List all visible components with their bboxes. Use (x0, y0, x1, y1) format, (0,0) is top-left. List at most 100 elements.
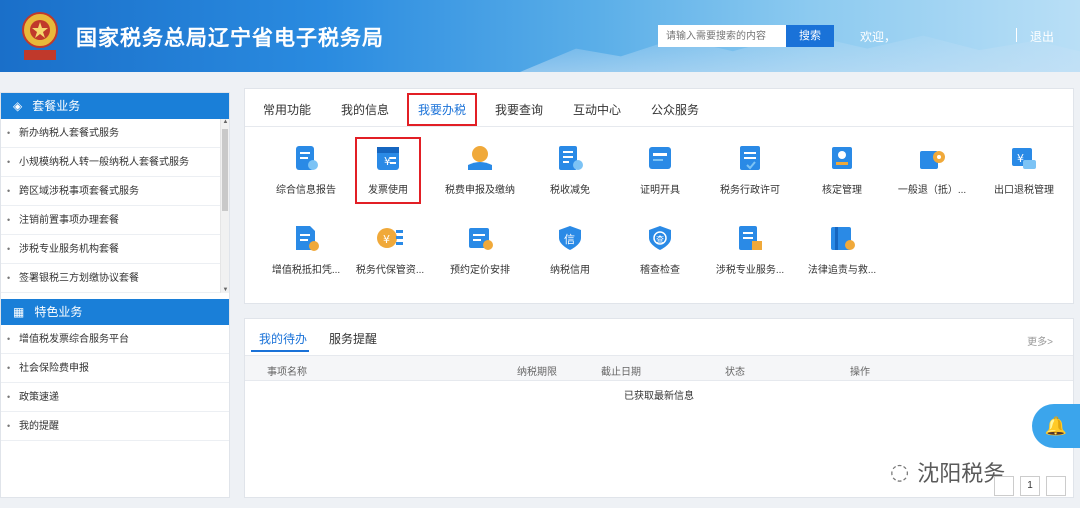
sidebar-item[interactable]: 社会保险费申报 (1, 354, 229, 383)
inspection-icon: 查 (645, 223, 675, 253)
sidebar-section-featured[interactable]: ▦ 特色业务 (1, 299, 229, 325)
tab-common[interactable]: 常用功能 (263, 101, 311, 118)
svg-text:查: 查 (656, 234, 664, 244)
service-assessment[interactable]: 核定管理 (797, 143, 887, 196)
service-label: 涉税专业服务... (715, 265, 785, 276)
tab-public-service[interactable]: 公众服务 (651, 101, 699, 118)
service-label: 纳税信用 (550, 265, 590, 276)
main-tabs: 常用功能 我的信息 我要办税 我要查询 互动中心 公众服务 (245, 89, 1073, 127)
sidebar-item[interactable]: 跨区域涉税事项套餐式服务 (1, 177, 229, 206)
service-report[interactable]: 综合信息报告 (261, 143, 351, 196)
service-certificate[interactable]: 证明开具 (615, 143, 705, 196)
service-tax-reduction[interactable]: 税收减免 (525, 143, 615, 196)
service-label: 税务代保管资... (355, 265, 425, 276)
pager-prev[interactable] (994, 476, 1014, 496)
scroll-up-icon[interactable]: ▲ (221, 119, 230, 125)
license-icon (735, 143, 765, 173)
service-inspection[interactable]: 查 稽查检查 (615, 223, 705, 276)
sidebar-item[interactable]: 涉税专业服务机构套餐 (1, 235, 229, 264)
sidebar-section-package[interactable]: ◈ 套餐业务 (1, 93, 229, 119)
service-label: 法律追责与救... (807, 265, 877, 276)
professional-service-icon (735, 223, 765, 253)
sidebar-section-title: 套餐业务 (32, 99, 81, 113)
sidebar-section-title: 特色业务 (34, 305, 83, 319)
welcome-text: 欢迎， (860, 30, 897, 44)
active-tab-underline (251, 350, 309, 352)
sidebar: ◈ 套餐业务 新办纳税人套餐式服务 小规模纳税人转一般纳税人套餐式服务 跨区域涉… (0, 92, 230, 498)
service-label: 税费申报及缴纳 (445, 185, 515, 196)
service-label: 综合信息报告 (276, 185, 336, 196)
watermark-text: 沈阳税务 (917, 462, 1006, 487)
more-link[interactable]: 更多> (1027, 333, 1053, 348)
tab-service-reminder[interactable]: 服务提醒 (329, 330, 377, 347)
layers-icon: ◈ (13, 99, 23, 113)
header-banner: 国家税务总局辽宁省电子税务局 搜索 欢迎， 退出 (0, 0, 1080, 72)
service-label: 证明开具 (640, 185, 680, 196)
search-button[interactable]: 搜索 (786, 25, 834, 47)
service-label: 税收减免 (550, 185, 590, 196)
svg-text:¥: ¥ (383, 233, 390, 246)
service-license[interactable]: 税务行政许可 (705, 143, 795, 196)
tab-query[interactable]: 我要查询 (495, 101, 543, 118)
todo-table-header: 事项名称 纳税期限 截止日期 状态 操作 (245, 355, 1073, 381)
assessment-icon (827, 143, 857, 173)
logout-link[interactable]: 退出 (1030, 28, 1054, 45)
grid-icon: ▦ (13, 305, 25, 319)
service-label: 核定管理 (822, 185, 862, 196)
service-custody[interactable]: ¥ 税务代保管资... (345, 223, 435, 276)
pager-current[interactable]: 1 (1020, 476, 1040, 496)
service-credit[interactable]: 信 纳税信用 (525, 223, 615, 276)
scrollbar-thumb[interactable] (222, 129, 228, 211)
svg-text:¥: ¥ (1017, 152, 1024, 165)
service-label: 出口退税管理 (994, 185, 1054, 196)
column-header: 事项名称 (267, 367, 307, 378)
sidebar-item[interactable]: 增值税发票综合服务平台 (1, 325, 229, 354)
service-label: 预约定价安排 (450, 265, 510, 276)
service-label: 增值税抵扣凭... (271, 265, 341, 276)
pager-next[interactable] (1046, 476, 1066, 496)
sidebar-item[interactable]: 我的提醒 (1, 412, 229, 441)
service-legal[interactable]: 法律追责与救... (797, 223, 887, 276)
svg-text:信: 信 (564, 233, 575, 246)
search-input[interactable] (658, 25, 786, 47)
package-list: 新办纳税人套餐式服务 小规模纳税人转一般纳税人套餐式服务 跨区域涉税事项套餐式服… (1, 119, 229, 293)
credit-icon: 信 (555, 223, 585, 253)
service-pricing[interactable]: 预约定价安排 (435, 223, 525, 276)
wechat-icon: ◌ (890, 459, 910, 485)
tax-emblem-logo (18, 10, 62, 62)
column-header: 纳税期限 (517, 367, 557, 378)
sidebar-item[interactable]: 政策速递 (1, 383, 229, 412)
tab-interaction[interactable]: 互动中心 (573, 101, 621, 118)
notification-bell-icon[interactable]: 🔔 (1032, 404, 1080, 448)
service-label: 稽查检查 (640, 265, 680, 276)
service-professional[interactable]: 涉税专业服务... (705, 223, 795, 276)
tab-my-todo[interactable]: 我的待办 (259, 330, 307, 347)
export-rebate-icon: ¥ (1009, 143, 1039, 173)
sidebar-item[interactable]: 注销前置事项办理套餐 (1, 206, 229, 235)
service-label: 税务行政许可 (720, 185, 780, 196)
header-divider (1016, 28, 1017, 42)
column-header: 状态 (725, 367, 745, 378)
sidebar-item[interactable]: 小规模纳税人转一般纳税人套餐式服务 (1, 148, 229, 177)
bottom-strip (0, 508, 1080, 517)
custody-icon: ¥ (375, 223, 405, 253)
tax-payment-icon (465, 143, 495, 173)
service-tax-payment[interactable]: 税费申报及缴纳 (435, 143, 525, 196)
tab-do-tax[interactable]: 我要办税 (407, 93, 478, 126)
service-refund[interactable]: 一般退（抵）... (887, 143, 977, 196)
legal-icon (827, 223, 857, 253)
service-vat-deduction[interactable]: 增值税抵扣凭... (261, 223, 351, 276)
sidebar-item[interactable]: 新办纳税人套餐式服务 (1, 119, 229, 148)
report-icon (291, 143, 321, 173)
sidebar-item[interactable]: 签署银税三方划缴协议套餐 (1, 264, 229, 293)
refund-icon (917, 143, 947, 173)
scroll-down-icon[interactable]: ▼ (221, 287, 230, 293)
wechat-watermark: ◌ 沈阳税务 (890, 456, 1005, 488)
service-export-rebate[interactable]: ¥ 出口退税管理 (979, 143, 1069, 196)
sidebar-scrollbar[interactable]: ▲ ▼ (220, 119, 229, 293)
site-title: 国家税务总局辽宁省电子税务局 (76, 27, 384, 50)
tab-my-info[interactable]: 我的信息 (341, 101, 389, 118)
service-invoice[interactable]: ¥ 发票使用 (355, 137, 421, 204)
svg-text:¥: ¥ (384, 155, 391, 168)
services-panel: 常用功能 我的信息 我要办税 我要查询 互动中心 公众服务 综合信息报告 ¥ 发… (244, 88, 1074, 304)
